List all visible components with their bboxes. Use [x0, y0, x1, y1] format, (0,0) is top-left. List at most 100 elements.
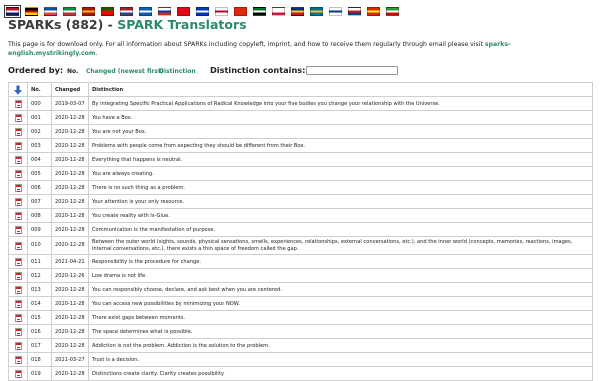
pdf-download-cell[interactable] [8, 236, 28, 255]
sparks-table: No. Changed Distinction 000 2019-03-07 By … [8, 82, 593, 381]
table-row: 015 2020-12-28 There exist gaps between mo… [8, 310, 593, 325]
row-no: 002 [27, 124, 52, 139]
flag-italy-icon[interactable] [63, 7, 76, 16]
pdf-download-cell[interactable] [8, 222, 28, 237]
pdf-icon[interactable] [14, 113, 22, 122]
flag-turkey-icon[interactable] [177, 7, 190, 16]
download-all-cell[interactable] [8, 82, 28, 97]
row-changed: 2020-12-28 [51, 124, 89, 139]
distinction-search-input[interactable] [306, 66, 398, 75]
pdf-icon[interactable] [14, 211, 22, 220]
row-distinction: You create reality with Is-Glue. [88, 208, 593, 223]
table-row: 005 2020-12-28 You are always creating. [8, 166, 593, 181]
pdf-download-cell[interactable] [8, 208, 28, 223]
pdf-download-cell[interactable] [8, 180, 28, 195]
pdf-download-cell[interactable] [8, 296, 28, 311]
row-distinction: Low drama is not life. [88, 268, 593, 283]
flag-romania-icon[interactable] [291, 7, 304, 16]
row-distinction: The space determines what is possible. [88, 324, 593, 339]
table-row: 007 2020-12-28 Your attention is your only… [8, 194, 593, 209]
flag-china-icon[interactable] [234, 7, 247, 16]
pdf-icon[interactable] [14, 141, 22, 150]
flag-vietnam-icon[interactable] [367, 7, 380, 16]
pdf-download-cell[interactable] [8, 268, 28, 283]
pdf-icon[interactable] [14, 99, 22, 108]
row-distinction: Trust is a decision. [88, 352, 593, 367]
pdf-icon[interactable] [14, 257, 22, 266]
pdf-download-cell[interactable] [8, 254, 28, 269]
table-row: 018 2021-03-27 Trust is a decision. [8, 352, 593, 367]
table-row: 009 2020-12-28 Communication is the manife… [8, 222, 593, 237]
table-row: 001 2020-12-28 You have a Box. [8, 110, 593, 125]
pdf-icon[interactable] [14, 169, 22, 178]
pdf-icon[interactable] [14, 183, 22, 192]
pdf-icon[interactable] [14, 341, 22, 350]
flag-poland-icon[interactable] [272, 7, 285, 16]
table-row: 003 2020-12-28 Problems with people come f… [8, 138, 593, 153]
row-no: 011 [27, 254, 52, 269]
flag-france-icon[interactable] [44, 7, 57, 16]
sort-changed-link[interactable]: Changed (newest first) [86, 68, 164, 75]
row-no: 010 [27, 236, 52, 255]
flag-finland-icon[interactable] [329, 7, 342, 16]
row-no: 000 [27, 96, 52, 111]
flag-germany-icon[interactable] [25, 7, 38, 16]
download-arrow-icon[interactable] [13, 85, 23, 95]
pdf-download-cell[interactable] [8, 282, 28, 297]
pdf-icon[interactable] [14, 225, 22, 234]
pdf-download-cell[interactable] [8, 366, 28, 381]
pdf-icon[interactable] [14, 313, 22, 322]
pdf-icon[interactable] [14, 271, 22, 280]
pdf-icon[interactable] [14, 299, 22, 308]
pdf-download-cell[interactable] [8, 124, 28, 139]
flag-sweden-icon[interactable] [310, 7, 323, 16]
table-header-row: No. Changed Distinction [8, 82, 593, 97]
pdf-download-cell[interactable] [8, 152, 28, 167]
row-changed: 2020-12-28 [51, 222, 89, 237]
pdf-download-cell[interactable] [8, 138, 28, 153]
flag-greece-icon[interactable] [139, 7, 152, 16]
row-distinction: You can access new possibilities by mini… [88, 296, 593, 311]
pdf-download-cell[interactable] [8, 310, 28, 325]
row-distinction: You are not your Box. [88, 124, 593, 139]
flag-uae-icon[interactable] [253, 7, 266, 16]
pdf-download-cell[interactable] [8, 338, 28, 353]
row-distinction: There exist gaps between moments. [88, 310, 593, 325]
ordered-by-label: Ordered by: [8, 65, 64, 75]
row-no: 015 [27, 310, 52, 325]
pdf-icon[interactable] [14, 127, 22, 136]
pdf-download-cell[interactable] [8, 166, 28, 181]
flag-israel-icon[interactable] [196, 7, 209, 16]
row-changed: 2020-12-28 [51, 282, 89, 297]
flag-russia-icon[interactable] [158, 7, 171, 16]
pdf-icon[interactable] [14, 327, 22, 336]
row-changed: 2020-12-28 [51, 366, 89, 381]
row-no: 016 [27, 324, 52, 339]
row-changed: 2020-12-28 [51, 310, 89, 325]
pdf-icon[interactable] [14, 197, 22, 206]
pdf-download-cell[interactable] [8, 194, 28, 209]
pdf-icon[interactable] [14, 285, 22, 294]
pdf-download-cell[interactable] [8, 352, 28, 367]
pdf-download-cell[interactable] [8, 110, 28, 125]
row-no: 004 [27, 152, 52, 167]
flag-portugal-icon[interactable] [101, 7, 114, 16]
pdf-icon[interactable] [14, 355, 22, 364]
table-row: 014 2020-12-28 You can access new possibil… [8, 296, 593, 311]
row-distinction: There is no such thing as a problem. [88, 180, 593, 195]
row-changed: 2020-12-28 [51, 296, 89, 311]
row-changed: 2020-12-28 [51, 110, 89, 125]
flag-spain-icon[interactable] [82, 7, 95, 16]
flag-japan-icon[interactable] [215, 7, 228, 16]
pdf-download-cell[interactable] [8, 324, 28, 339]
pdf-download-cell[interactable] [8, 96, 28, 111]
flag-czech-icon[interactable] [348, 7, 361, 16]
pdf-icon[interactable] [14, 241, 22, 250]
flag-netherlands-icon[interactable] [120, 7, 133, 16]
sort-no-link[interactable]: No. [67, 68, 78, 75]
pdf-icon[interactable] [14, 155, 22, 164]
pdf-icon[interactable] [14, 369, 22, 378]
flag-iran-icon[interactable] [386, 7, 399, 16]
flag-uk-icon[interactable] [4, 5, 21, 18]
sort-distinction-link[interactable]: Distinction [159, 68, 196, 75]
